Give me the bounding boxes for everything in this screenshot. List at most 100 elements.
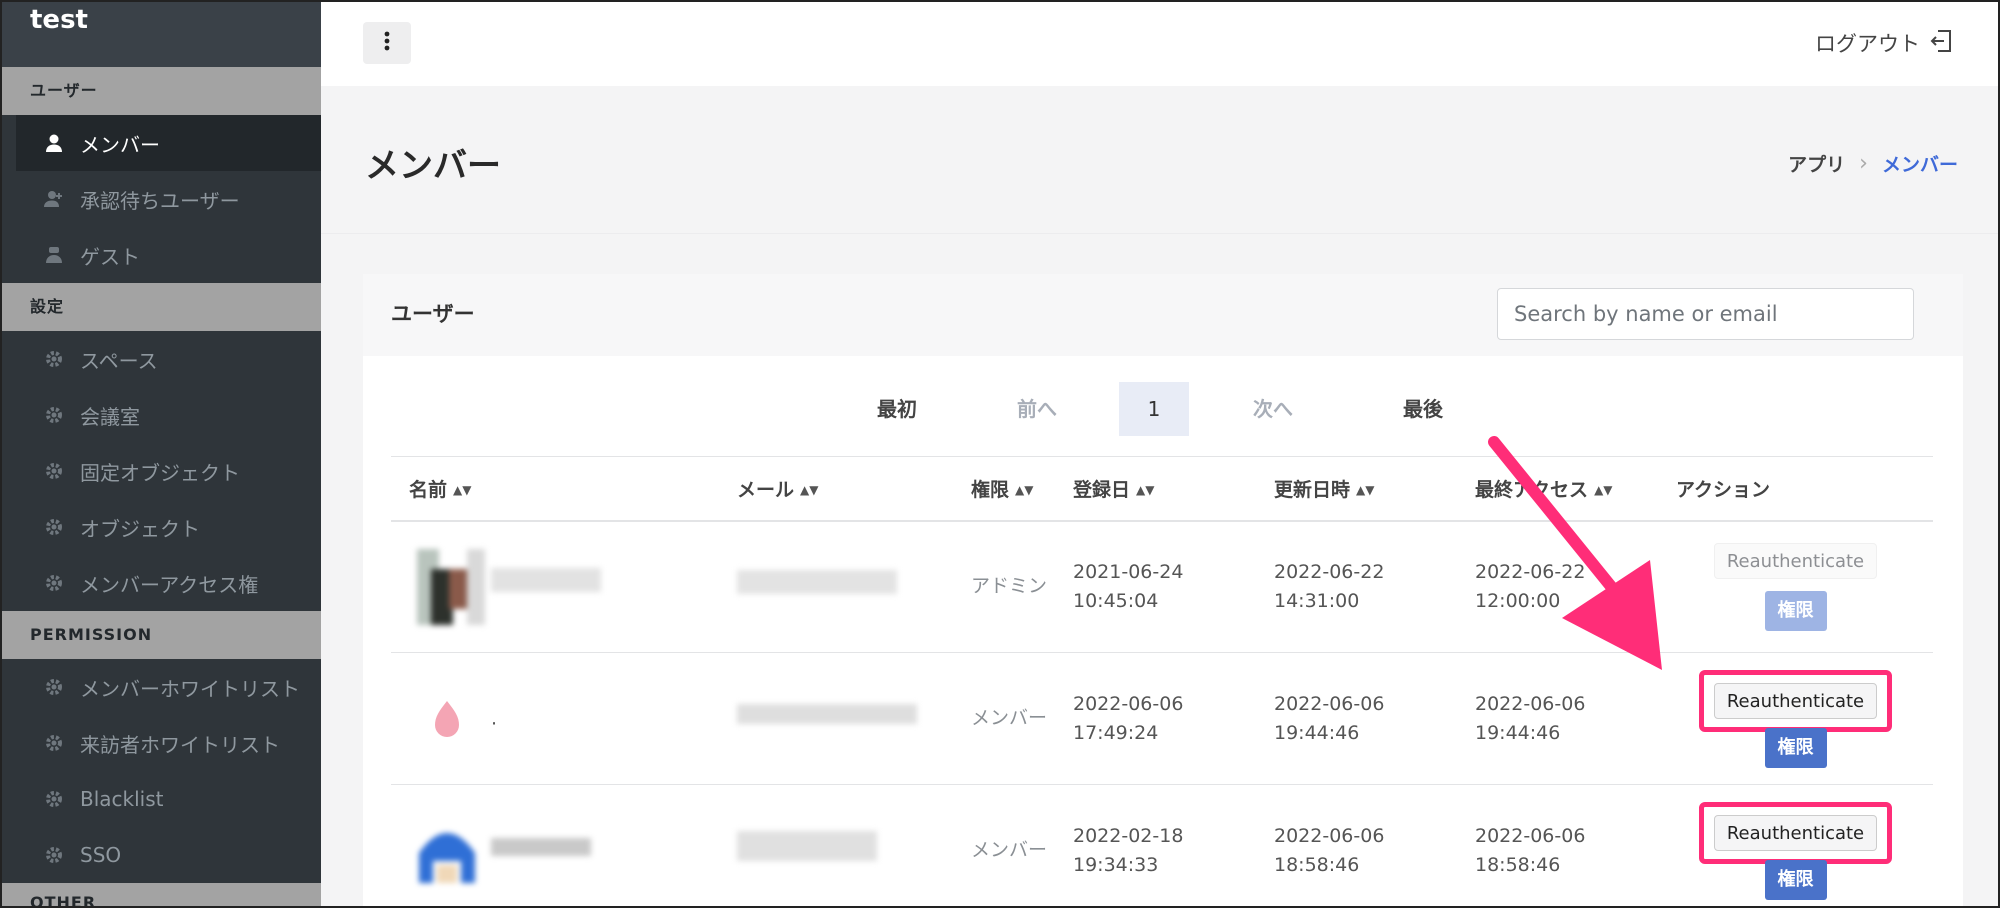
gear-icon bbox=[44, 733, 64, 753]
search-input[interactable] bbox=[1497, 288, 1914, 340]
cell-last-access: 2022-06-06 18:58:46 bbox=[1457, 784, 1658, 906]
breadcrumb: アプリ › メンバー bbox=[1788, 150, 1958, 177]
pagination: 最初 前へ 1 次へ 最後 bbox=[833, 382, 1487, 436]
breadcrumb-home[interactable]: アプリ bbox=[1788, 150, 1845, 177]
cell-role: メンバー bbox=[953, 784, 1055, 906]
user-plus-icon bbox=[44, 189, 64, 209]
table-row: メンバー 2022-02-18 19:34:33 2022-06-06 18:58:… bbox=[391, 784, 1933, 906]
breadcrumb-current: メンバー bbox=[1881, 154, 1958, 176]
page-header: メンバー アプリ › メンバー bbox=[321, 86, 1998, 234]
gear-icon bbox=[44, 845, 64, 865]
sidebar-section-users: ユーザー bbox=[2, 67, 321, 115]
sidebar-item-sso[interactable]: SSO bbox=[2, 827, 321, 883]
column-header-name[interactable]: 名前 ▲▼ bbox=[391, 456, 719, 522]
cell-updated: 2022-06-06 19:44:46 bbox=[1256, 652, 1457, 785]
name-text: . bbox=[491, 707, 498, 729]
avatar bbox=[409, 681, 485, 757]
sidebar-item-fixed-objects[interactable]: 固定オブジェクト bbox=[2, 443, 321, 499]
column-header-updated[interactable]: 更新日時 ▲▼ bbox=[1256, 456, 1457, 522]
pagination-first[interactable]: 最初 bbox=[833, 382, 961, 436]
permission-button[interactable]: 権限 bbox=[1764, 727, 1827, 768]
top-bar: ログアウト bbox=[321, 2, 1998, 86]
screenshot-frame: test ユーザー メンバー 承認待ちユーザー ゲスト 設定 スペース 会議室 … bbox=[0, 0, 2000, 908]
sidebar-item-label: メンバーホワイトリスト bbox=[80, 676, 300, 701]
users-card: ユーザー 最初 前へ 1 次へ 最後 名前▲▼ メール▲▼ 権限▲▼ bbox=[363, 274, 1963, 906]
pagination-current[interactable]: 1 bbox=[1119, 382, 1189, 436]
gear-icon bbox=[44, 677, 64, 697]
page-title: メンバー bbox=[365, 146, 501, 186]
sort-icon: ▲▼ bbox=[1015, 483, 1034, 498]
cell-updated: 2022-06-22 14:31:00 bbox=[1256, 520, 1457, 653]
sidebar-item-meeting-rooms[interactable]: 会議室 bbox=[2, 387, 321, 443]
name-redacted bbox=[491, 568, 602, 601]
sidebar-item-guests[interactable]: ゲスト bbox=[2, 227, 321, 283]
email-redacted bbox=[737, 570, 897, 603]
gear-icon bbox=[44, 517, 64, 537]
sort-icon: ▲▼ bbox=[453, 483, 472, 498]
sidebar-item-pending-users[interactable]: 承認待ちユーザー bbox=[2, 171, 321, 227]
sidebar-item-label: オブジェクト bbox=[80, 516, 200, 541]
logout-icon bbox=[1920, 29, 1952, 58]
column-header-role[interactable]: 権限 ▲▼ bbox=[953, 456, 1055, 522]
cell-role: メンバー bbox=[953, 652, 1055, 785]
highlight-box: Reauthenticate bbox=[1698, 669, 1893, 732]
sidebar-item-label: 会議室 bbox=[80, 404, 140, 429]
gear-icon bbox=[44, 349, 64, 369]
sidebar-item-label: 承認待ちユーザー bbox=[80, 188, 240, 213]
more-menu-button[interactable] bbox=[363, 22, 411, 64]
sidebar-item-visitor-whitelist[interactable]: 来訪者ホワイトリスト bbox=[2, 715, 321, 771]
sidebar-item-spaces[interactable]: スペース bbox=[2, 331, 321, 387]
chevron-right-icon: › bbox=[1859, 151, 1868, 176]
name-redacted bbox=[491, 836, 592, 865]
permission-button[interactable]: 権限 bbox=[1764, 590, 1827, 631]
main-content: ログアウト メンバー アプリ › メンバー ユーザー 最初 前へ 1 bbox=[321, 2, 1998, 906]
sidebar-item-label: SSO bbox=[80, 843, 122, 867]
logout-button[interactable]: ログアウト bbox=[1815, 28, 1952, 58]
pagination-last[interactable]: 最後 bbox=[1359, 382, 1487, 436]
column-header-registered[interactable]: 登録日 ▲▼ bbox=[1055, 456, 1256, 522]
gear-icon bbox=[44, 461, 64, 481]
reauthenticate-button[interactable]: Reauthenticate bbox=[1713, 542, 1878, 579]
sidebar-item-member-access[interactable]: メンバーアクセス権 bbox=[2, 555, 321, 611]
reauthenticate-button[interactable]: Reauthenticate bbox=[1713, 814, 1878, 851]
cell-updated: 2022-06-06 18:58:46 bbox=[1256, 784, 1457, 906]
cell-name bbox=[391, 520, 719, 653]
logout-label: ログアウト bbox=[1815, 32, 1920, 56]
card-title: ユーザー bbox=[391, 302, 475, 326]
card-header: ユーザー bbox=[363, 274, 1963, 356]
cell-registered: 2022-06-06 17:49:24 bbox=[1055, 652, 1256, 785]
sidebar-item-objects[interactable]: オブジェクト bbox=[2, 499, 321, 555]
cell-name bbox=[391, 784, 719, 906]
sidebar: test ユーザー メンバー 承認待ちユーザー ゲスト 設定 スペース 会議室 … bbox=[2, 2, 321, 906]
sidebar-item-label: ゲスト bbox=[80, 244, 140, 269]
sidebar-item-label: Blacklist bbox=[80, 787, 164, 811]
app-title: test bbox=[2, 2, 321, 67]
cell-actions: Reauthenticate 権限 bbox=[1658, 784, 1933, 906]
pagination-next[interactable]: 次へ bbox=[1201, 382, 1345, 436]
cell-name: . bbox=[391, 652, 719, 785]
reauthenticate-button[interactable]: Reauthenticate bbox=[1713, 682, 1878, 719]
sort-icon: ▲▼ bbox=[800, 483, 819, 498]
sidebar-item-member-whitelist[interactable]: メンバーホワイトリスト bbox=[2, 659, 321, 715]
sort-icon: ▲▼ bbox=[1356, 483, 1375, 498]
avatar bbox=[409, 548, 485, 625]
sidebar-section-other: OTHER bbox=[2, 883, 321, 906]
vertical-dots-icon bbox=[384, 31, 390, 55]
sidebar-item-label: メンバーアクセス権 bbox=[80, 572, 259, 597]
cell-registered: 2021-06-24 10:45:04 bbox=[1055, 520, 1256, 653]
sidebar-item-label: 固定オブジェクト bbox=[80, 460, 240, 485]
sidebar-section-settings: 設定 bbox=[2, 283, 321, 331]
email-redacted bbox=[737, 704, 917, 733]
pagination-prev[interactable]: 前へ bbox=[973, 382, 1101, 436]
sidebar-item-blacklist[interactable]: Blacklist bbox=[2, 771, 321, 827]
gear-icon bbox=[44, 789, 64, 809]
permission-button[interactable]: 権限 bbox=[1764, 859, 1827, 900]
sidebar-item-members[interactable]: メンバー bbox=[16, 115, 321, 171]
cell-email bbox=[719, 520, 953, 653]
sort-icon: ▲▼ bbox=[1136, 483, 1155, 498]
sidebar-item-label: スペース bbox=[80, 348, 158, 373]
avatar bbox=[409, 813, 485, 889]
sidebar-item-label: 来訪者ホワイトリスト bbox=[80, 732, 280, 757]
column-header-email[interactable]: メール ▲▼ bbox=[719, 456, 953, 522]
email-redacted bbox=[737, 831, 877, 870]
